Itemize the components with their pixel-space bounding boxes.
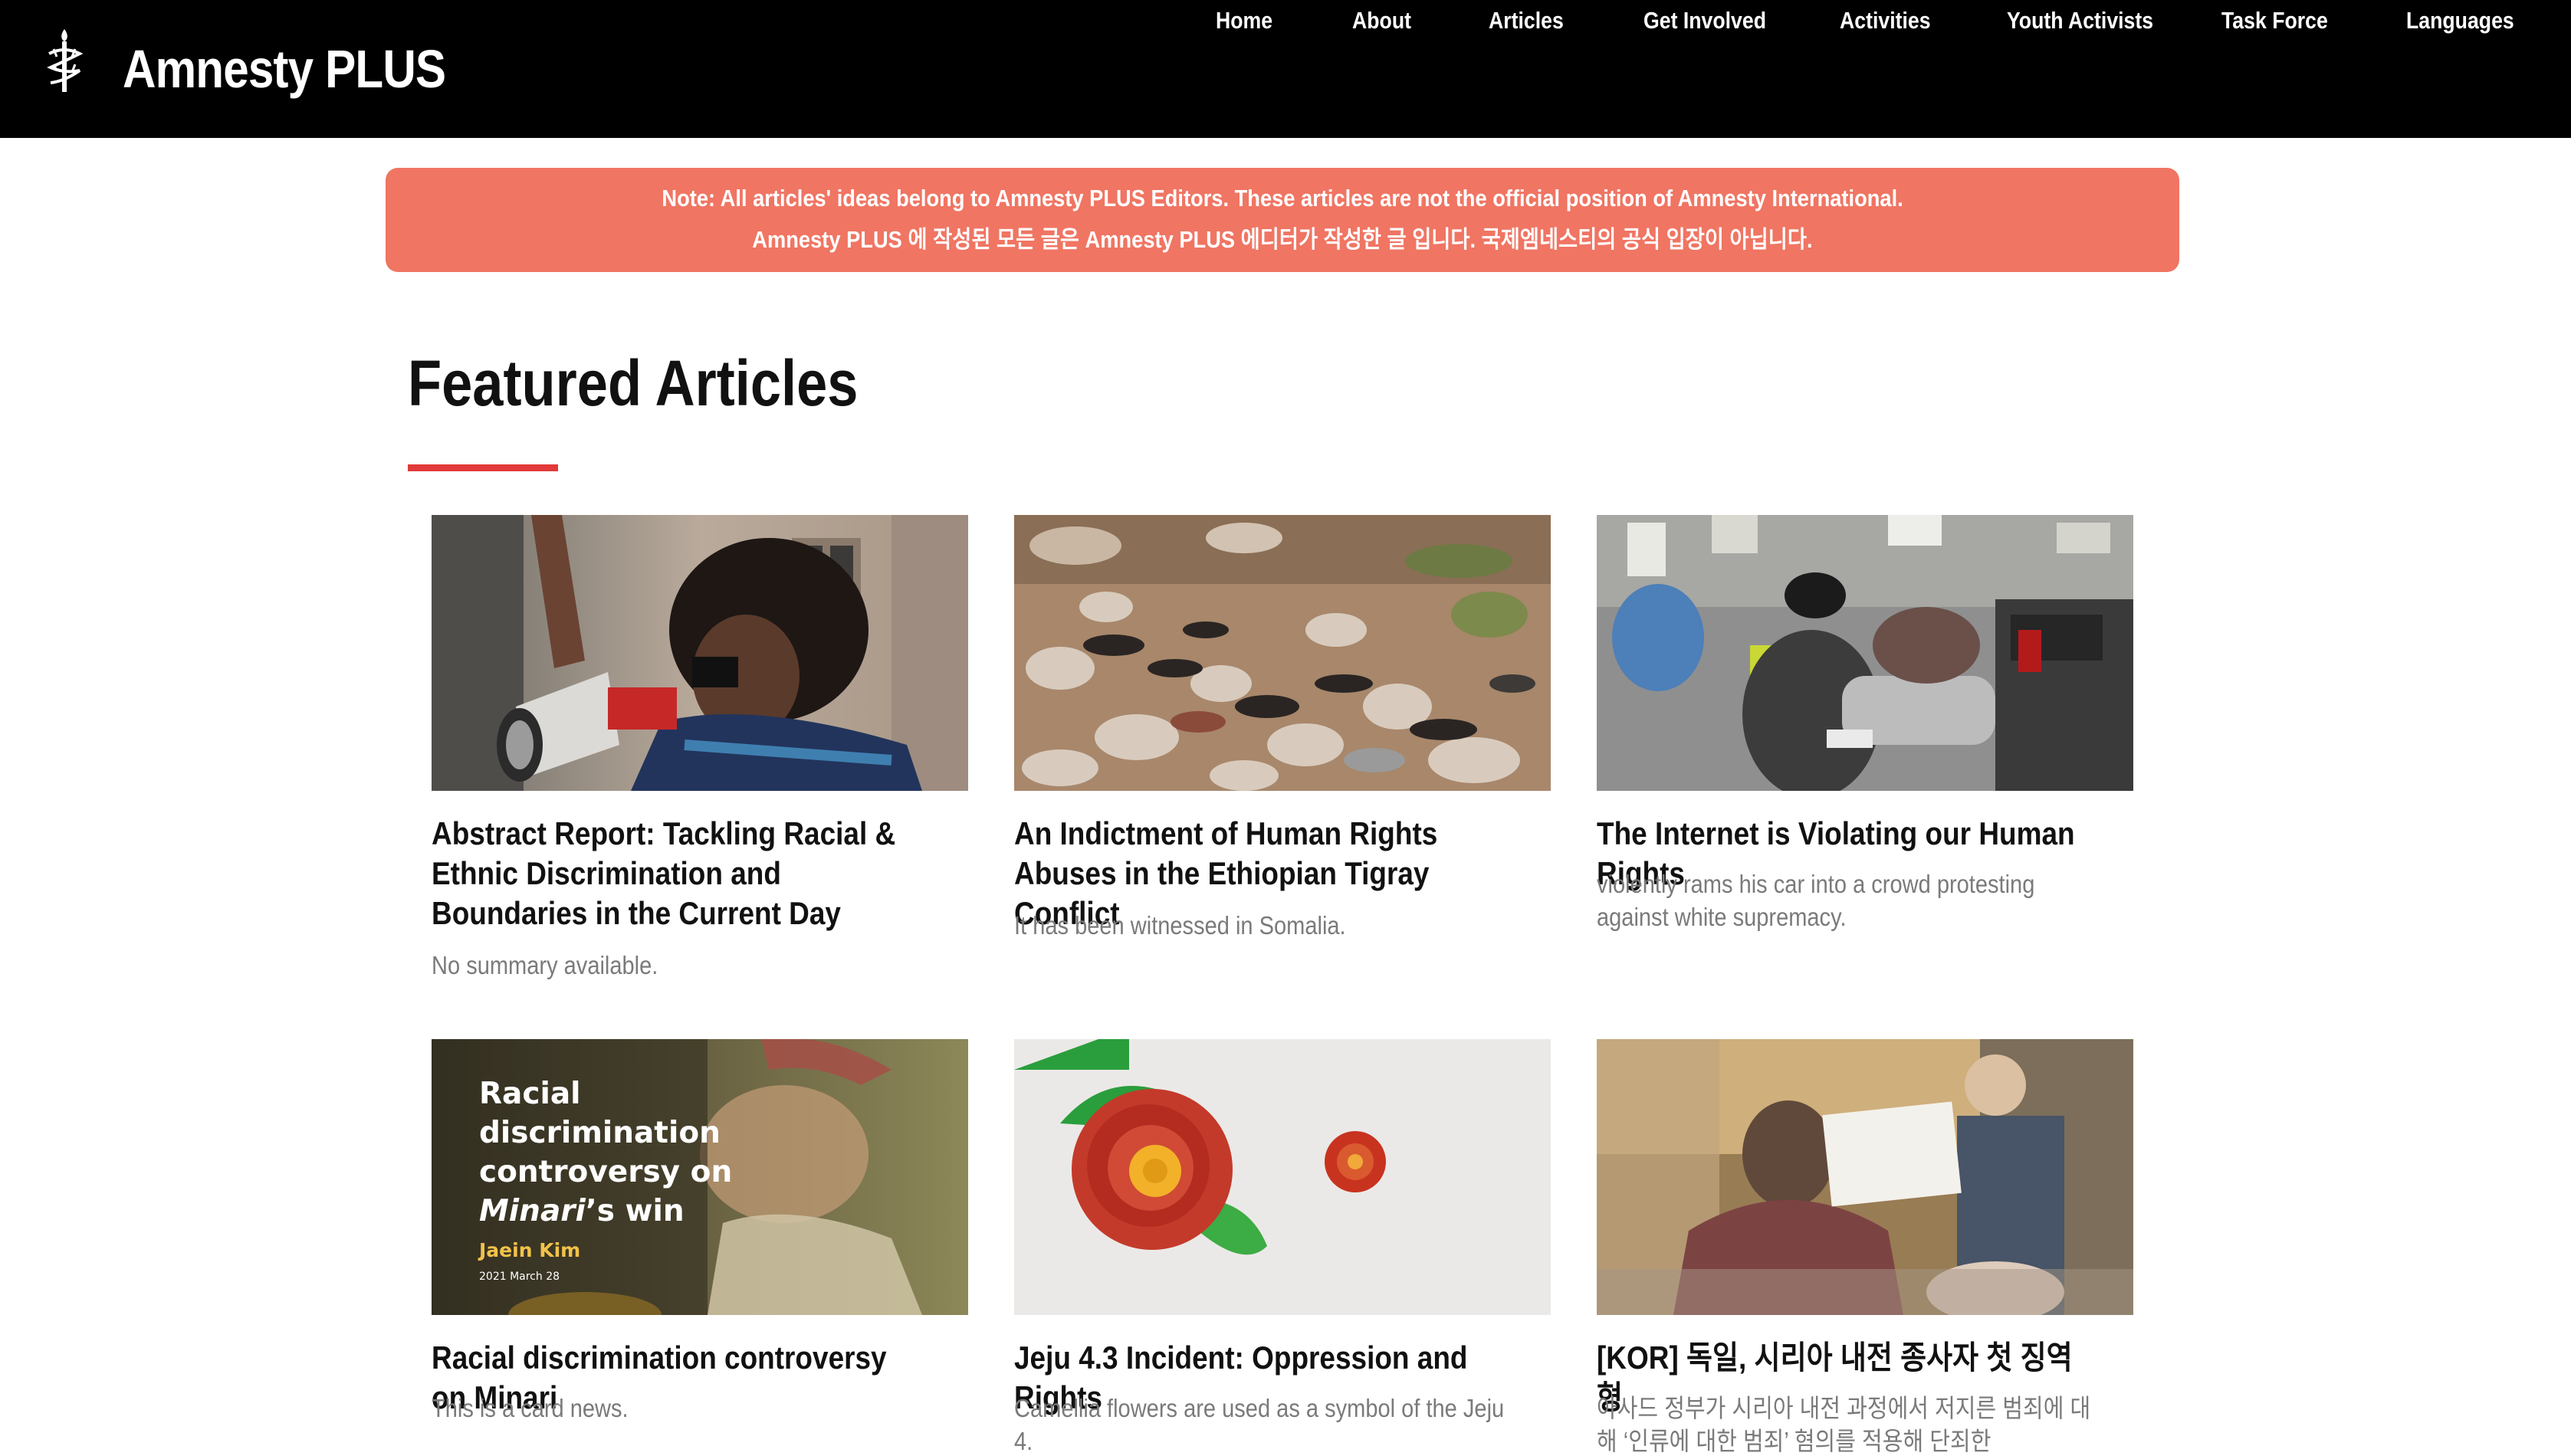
- article-summary: No summary available.: [432, 951, 658, 979]
- article-summary: violently rams his car into a crowd prot…: [1597, 870, 2035, 931]
- poster-line1: Racial: [479, 1077, 581, 1111]
- nav-articles[interactable]: Articles: [1489, 0, 1564, 41]
- article-summary: 아사드 정부가 시리아 내전 과정에서 저지른 범죄에 대해 ‘인류에 대한 범…: [1597, 1394, 2091, 1455]
- editor-disclaimer-banner: Note: All articles' ideas belong to Amne…: [386, 168, 2179, 272]
- nav-youth-activists[interactable]: Youth Activists: [2007, 0, 2153, 41]
- nav-activities[interactable]: Activities: [1840, 0, 1931, 41]
- article-summary: Camellia flowers are used as a symbol of…: [1014, 1394, 1505, 1455]
- protester-with-megaphone-photo[interactable]: [432, 515, 968, 791]
- candle-in-barbed-wire-icon[interactable]: [44, 26, 84, 97]
- disclaimer-english: Note: All articles' ideas belong to Amne…: [662, 185, 1903, 212]
- paper-camellia-flowers-photo[interactable]: [1014, 1039, 1551, 1315]
- poster-line4-rest: ’s win: [586, 1194, 685, 1228]
- abandoned-shoes-on-rocks-photo[interactable]: [1014, 515, 1551, 791]
- poster-line2: discrimination: [479, 1116, 721, 1150]
- disclaimer-korean: Amnesty PLUS 에 작성된 모든 글은 Amnesty PLUS 에디…: [752, 226, 1813, 253]
- poster-date: 2021 March 28: [479, 1271, 560, 1283]
- nav-home[interactable]: Home: [1216, 0, 1272, 41]
- site-brand[interactable]: Amnesty PLUS: [123, 32, 446, 106]
- section-title: Featured Articles: [408, 347, 859, 419]
- minari-card-news-poster[interactable]: Racial discrimination controversy on Min…: [432, 1039, 968, 1315]
- nav-get-involved[interactable]: Get Involved: [1643, 0, 1766, 41]
- article-summary: This is a card news.: [432, 1394, 629, 1422]
- title-underline: [408, 464, 558, 471]
- nav-about[interactable]: About: [1352, 0, 1411, 41]
- poster-minari: Minari: [479, 1194, 586, 1228]
- top-navigation-bar: Amnesty PLUS Home About Articles Get Inv…: [0, 0, 2571, 138]
- poster-author: Jaein Kim: [478, 1239, 580, 1261]
- courtroom-defendant-photo[interactable]: [1597, 1039, 2133, 1315]
- article-summary: It has been witnessed in Somalia.: [1014, 911, 1346, 940]
- svg-text:Minari’s win: Minari’s win: [479, 1194, 685, 1228]
- article-title[interactable]: Abstract Report: Tackling Racial & Ethni…: [432, 814, 924, 933]
- nav-task-force[interactable]: Task Force: [2221, 0, 2328, 41]
- nav-languages[interactable]: Languages: [2406, 0, 2514, 41]
- car-ramming-crowd-photo[interactable]: [1597, 515, 2133, 791]
- poster-line3: controversy on: [479, 1155, 732, 1189]
